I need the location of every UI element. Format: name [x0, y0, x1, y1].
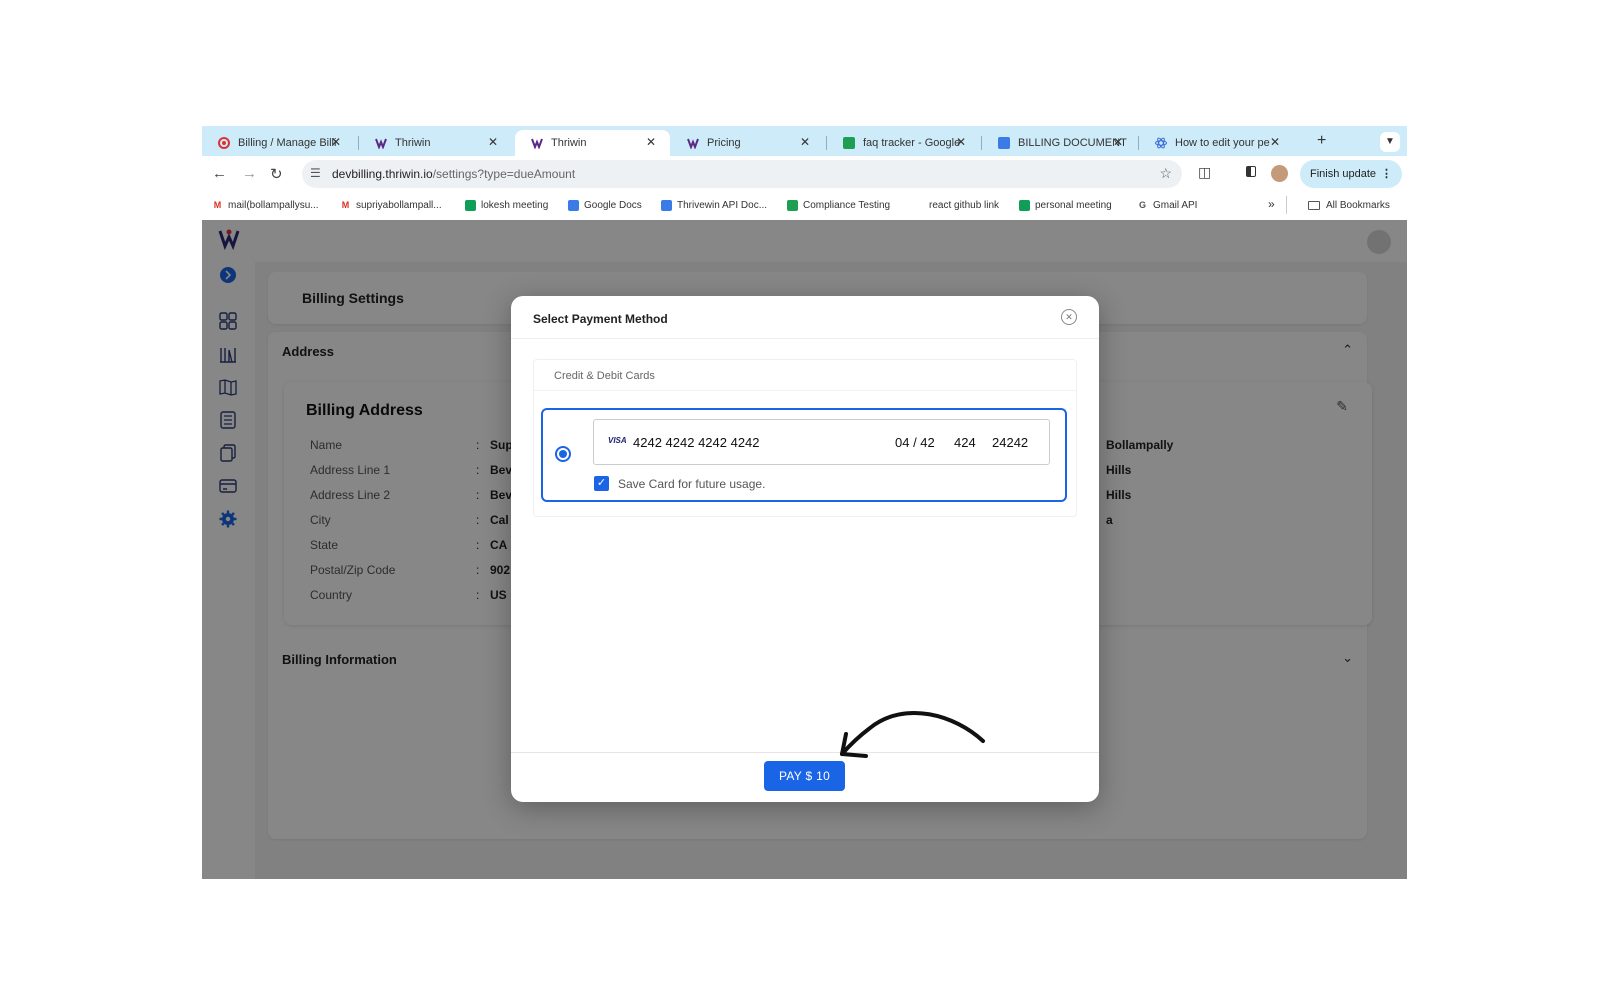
annotation-arrow-icon: [840, 711, 985, 758]
